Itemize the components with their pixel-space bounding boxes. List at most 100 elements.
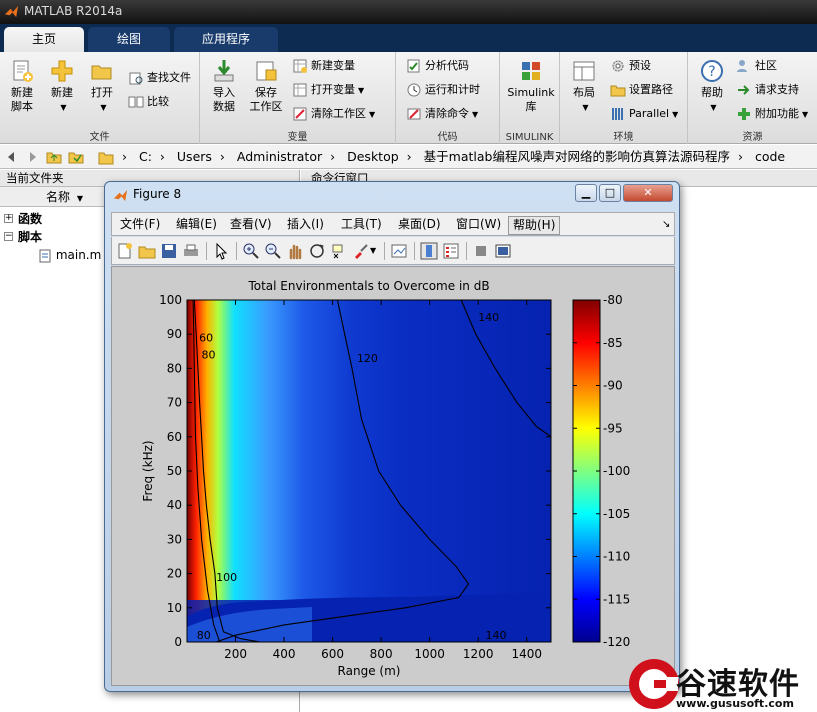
- new-script-button[interactable]: 新建 脚本: [0, 58, 44, 114]
- tab-home[interactable]: 主页: [4, 27, 84, 52]
- data-cursor-icon[interactable]: [330, 242, 348, 260]
- add-ons-icon: [738, 108, 750, 120]
- breadcrumb-item[interactable]: Desktop: [347, 149, 399, 164]
- brush-icon[interactable]: [352, 242, 370, 260]
- rotate-3d-icon[interactable]: [308, 242, 326, 260]
- menu-help[interactable]: 帮助(H): [508, 216, 561, 235]
- back-arrow-icon[interactable]: [4, 149, 20, 165]
- y-tick-label: 60: [167, 430, 182, 444]
- menu-desktop[interactable]: 桌面(D): [394, 216, 445, 233]
- save-icon[interactable]: [160, 242, 178, 260]
- find-files-icon: [129, 72, 143, 85]
- browse-folder-icon[interactable]: [68, 149, 84, 165]
- open-button[interactable]: 打开 ▼: [80, 58, 124, 115]
- simulink-library-button[interactable]: Simulink 库: [506, 58, 556, 114]
- expand-icon[interactable]: +: [4, 214, 13, 223]
- breadcrumb-separator: ›: [330, 149, 336, 164]
- colorbar-tick-label: -90: [603, 379, 623, 393]
- breadcrumb-item[interactable]: code: [755, 149, 785, 164]
- figure-title: Figure 8: [133, 187, 182, 201]
- breadcrumb-item[interactable]: 基于matlab编程风噪声对网络的影响仿真算法源码程序: [424, 149, 730, 164]
- collapse-icon[interactable]: −: [4, 232, 13, 241]
- breadcrumb-item[interactable]: Administrator: [237, 149, 322, 164]
- simulink-library-icon: [522, 62, 540, 80]
- breadcrumb-separator: ›: [159, 149, 165, 164]
- toolbar-separator: [206, 242, 207, 260]
- breadcrumb-item[interactable]: C:: [139, 149, 152, 164]
- set-path-button[interactable]: 设置路径: [610, 80, 673, 100]
- clear-workspace-button[interactable]: 清除工作区 ▼: [292, 104, 375, 124]
- pan-hand-icon[interactable]: [286, 242, 304, 260]
- show-plot-tools-icon[interactable]: [494, 242, 512, 260]
- figure-canvas: Total Environmentals to Overcome in dB 6…: [111, 266, 675, 686]
- import-data-button[interactable]: 导入 数据: [202, 58, 246, 114]
- find-files-button[interactable]: 查找文件: [128, 68, 191, 88]
- menu-file[interactable]: 文件(F): [116, 216, 164, 233]
- maximize-button[interactable]: □: [599, 184, 621, 202]
- insert-colorbar-icon[interactable]: [420, 242, 438, 260]
- hide-plot-tools-icon[interactable]: [472, 242, 490, 260]
- zoom-out-icon[interactable]: [264, 242, 282, 260]
- print-icon[interactable]: [182, 242, 200, 260]
- ribbon-group-environment: 布局 ▼ 预设 设置路径 Parallel ▼ 环境: [560, 52, 688, 144]
- colorbar[interactable]: [572, 299, 601, 643]
- community-button[interactable]: 社区: [736, 56, 777, 76]
- tab-apps[interactable]: 应用程序: [174, 27, 278, 52]
- help-icon: ?: [701, 60, 723, 82]
- watermark-url: www.gususoft.com: [676, 697, 794, 710]
- ribbon-group-file: 新建 脚本 新建 ▼ 打开 ▼ 查找文件 比较 文件: [0, 52, 200, 144]
- zoom-in-icon[interactable]: [242, 242, 260, 260]
- layout-button[interactable]: 布局 ▼: [562, 58, 606, 115]
- open-variable-button[interactable]: 打开变量 ▼: [292, 80, 364, 100]
- help-button[interactable]: ? 帮助 ▼: [690, 58, 734, 115]
- up-folder-icon[interactable]: [46, 149, 62, 165]
- insert-legend-icon[interactable]: [442, 242, 460, 260]
- menu-tools[interactable]: 工具(T): [337, 216, 386, 233]
- new-figure-icon[interactable]: [116, 242, 134, 260]
- chevron-down-icon: ▼: [802, 110, 809, 119]
- contour-label: 80: [202, 349, 216, 362]
- menu-view[interactable]: 查看(V): [226, 216, 276, 233]
- contour-label: 60: [199, 332, 213, 345]
- chevron-down-icon: ▼: [710, 103, 717, 112]
- save-workspace-icon: [256, 61, 277, 81]
- layout-icon: [573, 61, 595, 81]
- dock-arrow-icon[interactable]: ↘: [658, 216, 674, 233]
- save-workspace-button[interactable]: 保存 工作区: [244, 58, 288, 114]
- tab-plots[interactable]: 绘图: [88, 27, 170, 52]
- toolbar-separator: [384, 242, 385, 260]
- breadcrumb-item[interactable]: Users: [177, 149, 212, 164]
- compare-button[interactable]: 比较: [128, 92, 169, 112]
- request-support-button[interactable]: 请求支持: [736, 80, 799, 100]
- forward-arrow-icon[interactable]: [24, 149, 40, 165]
- add-ons-button[interactable]: 附加功能 ▼: [736, 104, 808, 124]
- link-plot-icon[interactable]: [390, 242, 408, 260]
- chevron-down-icon[interactable]: ▼: [370, 242, 388, 260]
- ribbon-group-resources: ? 帮助 ▼ 社区 请求支持 附加功能 ▼ 资源: [688, 52, 817, 144]
- folder-icon: [98, 152, 114, 164]
- menu-edit[interactable]: 编辑(E): [172, 216, 221, 233]
- plus-icon: [51, 60, 73, 82]
- x-tick-label: 400: [273, 647, 296, 661]
- menu-window[interactable]: 窗口(W): [452, 216, 505, 233]
- parallel-button[interactable]: Parallel ▼: [610, 104, 678, 124]
- y-tick-label: 100: [159, 293, 182, 307]
- clear-commands-button[interactable]: 清除命令 ▼: [406, 104, 478, 124]
- breadcrumb-separator: ›: [737, 149, 743, 164]
- ribbon-group-variable: 导入 数据 保存 工作区 新建变量 打开变量 ▼ 清除工作区 ▼ 变量: [200, 52, 396, 144]
- minimize-button[interactable]: ▁: [575, 184, 597, 202]
- menu-insert[interactable]: 插入(I): [283, 216, 328, 233]
- gear-icon: [612, 60, 624, 72]
- run-and-time-button[interactable]: 运行和计时: [406, 80, 480, 100]
- colorbar-tick-label: -80: [603, 293, 623, 307]
- preferences-button[interactable]: 预设: [610, 56, 651, 76]
- close-button[interactable]: ✕: [623, 184, 673, 202]
- new-button[interactable]: 新建 ▼: [40, 58, 84, 115]
- title-bar: MATLAB R2014a: [0, 0, 817, 24]
- new-variable-button[interactable]: 新建变量: [292, 56, 355, 76]
- analyze-code-button[interactable]: 分析代码: [406, 56, 469, 76]
- y-tick-label: 30: [167, 532, 182, 546]
- pointer-icon[interactable]: [212, 242, 230, 260]
- open-file-icon[interactable]: [138, 242, 156, 260]
- run-and-time-icon: [407, 83, 421, 97]
